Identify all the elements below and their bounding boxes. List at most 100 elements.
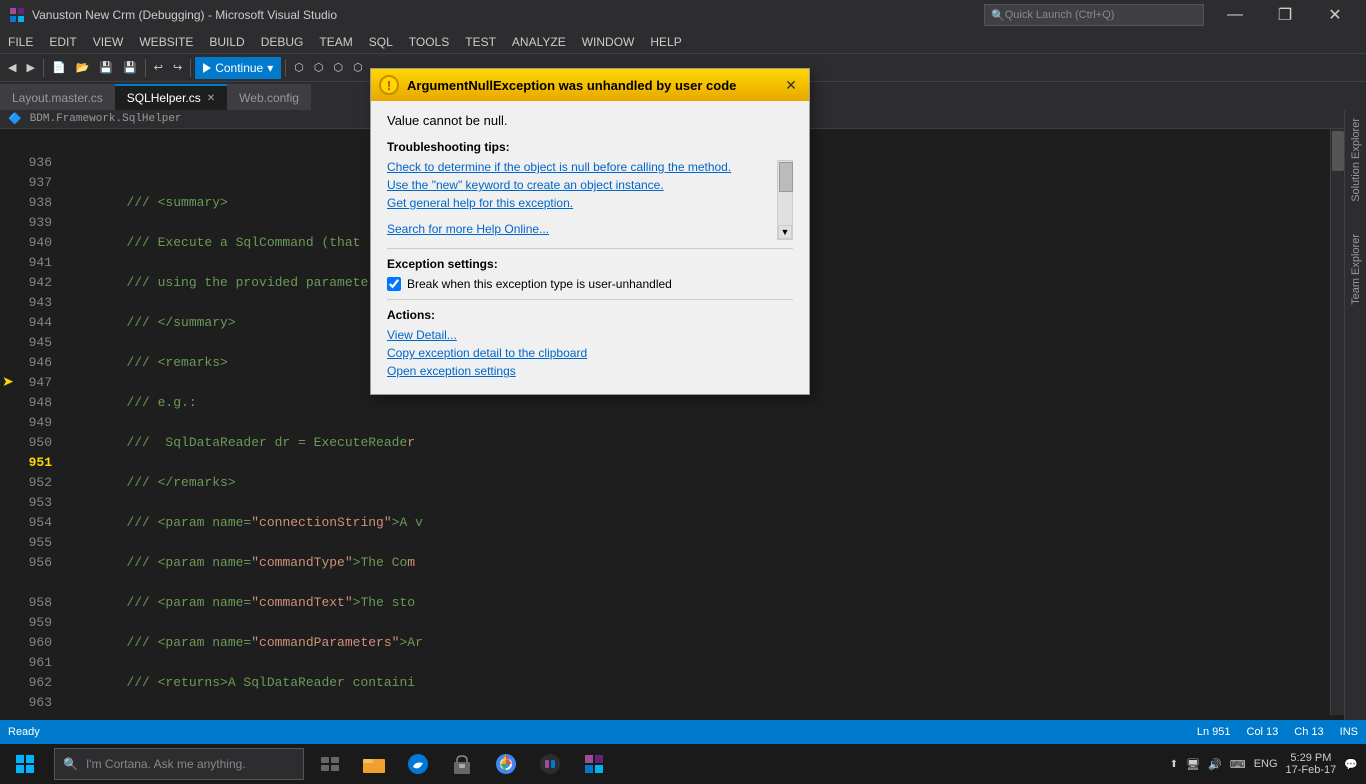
editor-gutter: ➤ [0,129,16,715]
maximize-button[interactable]: ❐ [1262,0,1308,30]
edge-taskbar[interactable] [396,744,440,784]
task-view-button[interactable] [308,744,352,784]
status-ready: Ready [8,726,40,738]
menu-test[interactable]: TEST [457,30,504,54]
taskbar-language: ENG [1254,758,1278,770]
devtools-taskbar[interactable] [528,744,572,784]
step-out-button[interactable]: ⬡ [349,56,367,80]
dialog-tips-container: Check to determine if the object is null… [387,160,793,210]
menu-view[interactable]: VIEW [85,30,132,54]
tab-sqlhelper[interactable]: SQLHelper.cs ✕ [115,84,227,110]
tips-scrollbar-thumb[interactable] [779,162,793,192]
chrome-taskbar[interactable] [484,744,528,784]
scrollbar-thumb[interactable] [1332,131,1344,171]
start-button[interactable] [0,744,50,784]
continue-play-icon [203,63,211,73]
tab-sqlhelper-close[interactable]: ✕ [207,93,215,104]
vs-logo-icon [8,6,26,24]
toolbar-separator-1 [43,59,44,77]
forward-button[interactable]: ▶ [22,56,38,80]
dialog-close-button[interactable]: ✕ [781,75,801,95]
search-help-link[interactable]: Search for more Help Online... [387,222,793,236]
menu-edit[interactable]: EDIT [41,30,84,54]
store-taskbar[interactable] [440,744,484,784]
breadcrumb-icon: 🔷 [8,112,22,126]
vs-taskbar[interactable] [572,744,616,784]
menu-sql[interactable]: SQL [361,30,401,54]
break-on-exception-checkbox[interactable] [387,277,401,291]
undo-button[interactable]: ↩ [150,56,167,80]
new-file-button[interactable]: 📄 [48,56,70,80]
step-into-button[interactable]: ⬡ [329,56,347,80]
tab-layout[interactable]: Layout.master.cs [0,84,115,110]
dialog-titlebar: ! ArgumentNullException was unhandled by… [371,69,809,101]
actions-section: Actions: View Detail... Copy exception d… [387,308,793,378]
taskbar-right: ⬆ 🖥 🔊 ⌨ ENG 5:29 PM 17-Feb-17 💬 [1162,752,1366,776]
cortana-search-bar[interactable]: 🔍 I'm Cortana. Ask me anything. [54,748,304,780]
status-col: Col 13 [1247,726,1279,738]
continue-dropdown-icon[interactable]: ▾ [267,61,273,75]
tips-scrollbar[interactable]: ▼ [777,160,793,240]
minimize-button[interactable]: — [1212,0,1258,30]
taskbar-keyboard: ⌨ [1230,758,1246,771]
redo-button[interactable]: ↪ [169,56,186,80]
step-button[interactable]: ⬡ [310,56,328,80]
sidebar-right: Solution Explorer Team Explorer [1344,110,1366,720]
sidebar-solution-explorer[interactable]: Solution Explorer [1346,110,1366,210]
continue-label: Continue [215,61,263,75]
tab-sqlhelper-label: SQLHelper.cs [127,91,201,105]
tab-webconfig[interactable]: Web.config [227,84,311,110]
dialog-tips-list: Check to determine if the object is null… [387,160,773,210]
dialog-tip-1[interactable]: Use the "new" keyword to create an objec… [387,178,773,192]
taskbar-left: 🔍 I'm Cortana. Ask me anything. [0,744,616,784]
quick-launch-bar[interactable]: 🔍 Quick Launch (Ctrl+Q) [984,4,1204,26]
edge-icon [407,753,429,775]
status-left: Ready [8,726,40,738]
dialog-divider-1 [387,248,793,249]
exception-dialog[interactable]: ! ArgumentNullException was unhandled by… [370,68,810,395]
quick-launch-placeholder: Quick Launch (Ctrl+Q) [1005,9,1115,21]
close-button[interactable]: ✕ [1312,0,1358,30]
menu-window[interactable]: WINDOW [574,30,643,54]
dialog-tip-0[interactable]: Check to determine if the object is null… [387,160,773,174]
dialog-error-message: Value cannot be null. [387,113,793,128]
open-settings-link[interactable]: Open exception settings [387,364,793,378]
taskbar-volume[interactable]: 🔊 [1208,758,1222,771]
notification-icon[interactable]: 💬 [1344,758,1358,771]
status-ch: Ch 13 [1294,726,1323,738]
time-display: 5:29 PM [1286,752,1337,764]
status-ins: INS [1340,726,1358,738]
menu-website[interactable]: WEBSITE [131,30,201,54]
dialog-tip-2[interactable]: Get general help for this exception. [387,196,773,210]
menu-analyze[interactable]: ANALYZE [504,30,574,54]
menu-tools[interactable]: TOOLS [401,30,457,54]
file-explorer-taskbar[interactable] [352,744,396,784]
taskbar-network: 🖥 [1186,758,1200,771]
editor-vertical-scrollbar[interactable] [1330,129,1344,715]
tip-2-text: Get general help for this exception. [387,196,573,210]
back-button[interactable]: ◀ [4,56,20,80]
menu-help[interactable]: HELP [642,30,689,54]
sidebar-team-explorer[interactable]: Team Explorer [1346,226,1366,313]
task-view-icon [321,757,339,771]
save-all-button[interactable]: 💾 [119,56,141,80]
open-button[interactable]: 📂 [72,56,94,80]
menu-team[interactable]: TEAM [311,30,360,54]
exception-checkbox-row: Break when this exception type is user-u… [387,277,793,291]
dialog-troubleshooting-title: Troubleshooting tips: [387,140,793,154]
menu-debug[interactable]: DEBUG [253,30,312,54]
continue-button[interactable]: Continue ▾ [195,57,281,79]
clock[interactable]: 5:29 PM 17-Feb-17 [1286,752,1337,776]
scrollbar-down-arrow[interactable]: ▼ [778,225,792,239]
view-detail-link[interactable]: View Detail... [387,328,793,342]
windows-logo-icon [15,754,35,774]
copy-exception-link[interactable]: Copy exception detail to the clipboard [387,346,793,360]
taskbar: 🔍 I'm Cortana. Ask me anything. [0,744,1366,784]
menu-build[interactable]: BUILD [201,30,252,54]
save-button[interactable]: 💾 [95,56,117,80]
breakpoint-button[interactable]: ⬡ [290,56,308,80]
tab-layout-label: Layout.master.cs [12,91,103,105]
menu-file[interactable]: FILE [0,30,41,54]
store-icon [452,754,472,774]
toolbar-separator-3 [190,59,191,77]
